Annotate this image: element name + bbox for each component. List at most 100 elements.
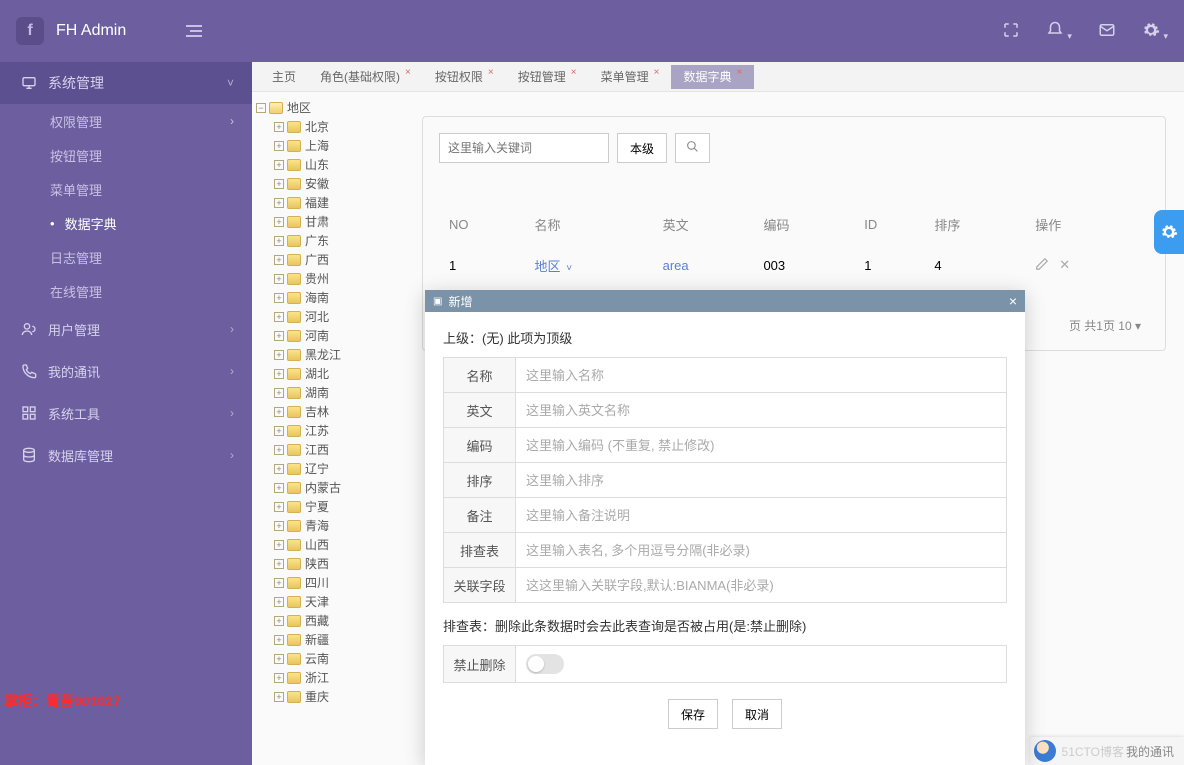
sidebar-sub-0-0[interactable]: 权限管理› bbox=[0, 104, 252, 138]
tree-node-9[interactable]: 海南 bbox=[305, 289, 329, 306]
delete-icon[interactable]: ✕ bbox=[1059, 257, 1070, 274]
tree-node-17[interactable]: 江西 bbox=[305, 441, 329, 458]
tab-3[interactable]: 按钮管理 bbox=[506, 65, 589, 89]
expand-icon[interactable]: + bbox=[274, 179, 284, 189]
field-input-6[interactable] bbox=[516, 568, 1006, 602]
sidebar-sub-0-4[interactable]: 日志管理 bbox=[0, 240, 252, 274]
tree-node-19[interactable]: 内蒙古 bbox=[305, 479, 341, 496]
expand-icon[interactable]: + bbox=[274, 331, 284, 341]
tab-1[interactable]: 角色(基础权限) bbox=[308, 65, 423, 89]
close-icon[interactable]: × bbox=[1009, 293, 1017, 309]
cancel-button[interactable]: 取消 bbox=[732, 699, 782, 729]
mail-icon[interactable] bbox=[1098, 21, 1116, 42]
tree-node-22[interactable]: 山西 bbox=[305, 536, 329, 553]
sidebar-item-0[interactable]: 系统管理˅ bbox=[0, 62, 252, 104]
expand-icon[interactable]: + bbox=[274, 483, 284, 493]
save-button[interactable]: 保存 bbox=[668, 699, 718, 729]
field-input-4[interactable] bbox=[516, 498, 1006, 532]
expand-icon[interactable]: + bbox=[274, 616, 284, 626]
expand-icon[interactable]: + bbox=[274, 521, 284, 531]
field-input-3[interactable] bbox=[516, 463, 1006, 497]
sidebar-sub-0-2[interactable]: 菜单管理 bbox=[0, 172, 252, 206]
sidebar-item-1[interactable]: 用户管理› bbox=[0, 308, 252, 350]
expand-icon[interactable]: + bbox=[274, 654, 284, 664]
tree-node-15[interactable]: 吉林 bbox=[305, 403, 329, 420]
expand-icon[interactable]: + bbox=[274, 578, 284, 588]
forbid-delete-toggle[interactable] bbox=[526, 654, 564, 674]
menu-toggle-icon[interactable] bbox=[186, 25, 202, 37]
bell-icon[interactable]: ▾ bbox=[1046, 21, 1072, 42]
edit-icon[interactable] bbox=[1035, 257, 1049, 274]
footer-chip[interactable]: 51CTO博客 我的通讯 bbox=[1030, 737, 1184, 765]
tree-node-10[interactable]: 河北 bbox=[305, 308, 329, 325]
expand-icon[interactable]: + bbox=[274, 350, 284, 360]
tree-node-27[interactable]: 新疆 bbox=[305, 631, 329, 648]
tree-node-29[interactable]: 浙江 bbox=[305, 669, 329, 686]
tree-node-12[interactable]: 黑龙江 bbox=[305, 346, 341, 363]
tree-node-3[interactable]: 安徽 bbox=[305, 175, 329, 192]
expand-icon[interactable]: + bbox=[274, 388, 284, 398]
tab-2[interactable]: 按钮权限 bbox=[423, 65, 506, 89]
tab-0[interactable]: 主页 bbox=[260, 65, 308, 89]
expand-icon[interactable]: + bbox=[274, 559, 284, 569]
tree-node-26[interactable]: 西藏 bbox=[305, 612, 329, 629]
expand-icon[interactable]: + bbox=[274, 141, 284, 151]
expand-icon[interactable]: + bbox=[274, 369, 284, 379]
keyword-input[interactable] bbox=[439, 133, 609, 163]
gear-icon[interactable]: ▾ bbox=[1142, 21, 1168, 42]
fullscreen-icon[interactable] bbox=[1002, 21, 1020, 42]
tree-node-1[interactable]: 上海 bbox=[305, 137, 329, 154]
sidebar-sub-0-3[interactable]: 数据字典 bbox=[0, 206, 252, 240]
tab-5[interactable]: 数据字典 bbox=[671, 65, 754, 89]
tree-node-18[interactable]: 辽宁 bbox=[305, 460, 329, 477]
expand-icon[interactable]: + bbox=[274, 540, 284, 550]
sidebar-sub-0-1[interactable]: 按钮管理 bbox=[0, 138, 252, 172]
expand-icon[interactable]: + bbox=[274, 407, 284, 417]
field-input-1[interactable] bbox=[516, 393, 1006, 427]
expand-icon[interactable]: + bbox=[274, 274, 284, 284]
field-input-0[interactable] bbox=[516, 358, 1006, 392]
tab-4[interactable]: 菜单管理 bbox=[589, 65, 672, 89]
expand-icon[interactable]: + bbox=[274, 597, 284, 607]
tree-node-0[interactable]: 北京 bbox=[305, 118, 329, 135]
expand-icon[interactable]: + bbox=[274, 426, 284, 436]
expand-icon[interactable]: + bbox=[274, 236, 284, 246]
tree-node-13[interactable]: 湖北 bbox=[305, 365, 329, 382]
expand-icon[interactable]: + bbox=[274, 502, 284, 512]
collapse-icon[interactable]: − bbox=[256, 103, 266, 113]
tree-root[interactable]: 地区 bbox=[287, 99, 311, 116]
sidebar-item-4[interactable]: 数据库管理› bbox=[0, 434, 252, 476]
tree-node-4[interactable]: 福建 bbox=[305, 194, 329, 211]
expand-icon[interactable]: + bbox=[274, 217, 284, 227]
tree-node-2[interactable]: 山东 bbox=[305, 156, 329, 173]
tree-node-16[interactable]: 江苏 bbox=[305, 422, 329, 439]
tree-node-20[interactable]: 宁夏 bbox=[305, 498, 329, 515]
expand-icon[interactable]: + bbox=[274, 635, 284, 645]
tree-node-5[interactable]: 甘肃 bbox=[305, 213, 329, 230]
cell-name[interactable]: 地区 ˅ bbox=[526, 246, 652, 285]
expand-icon[interactable]: + bbox=[274, 445, 284, 455]
field-input-2[interactable] bbox=[516, 428, 1006, 462]
tree-node-25[interactable]: 天津 bbox=[305, 593, 329, 610]
expand-icon[interactable]: + bbox=[274, 464, 284, 474]
expand-icon[interactable]: + bbox=[274, 198, 284, 208]
expand-icon[interactable]: + bbox=[274, 160, 284, 170]
sidebar-item-3[interactable]: 系统工具› bbox=[0, 392, 252, 434]
settings-tab-icon[interactable] bbox=[1154, 210, 1184, 254]
tree-node-7[interactable]: 广西 bbox=[305, 251, 329, 268]
tree-node-8[interactable]: 贵州 bbox=[305, 270, 329, 287]
tree-node-24[interactable]: 四川 bbox=[305, 574, 329, 591]
level-button[interactable]: 本级 bbox=[617, 133, 667, 163]
sidebar-sub-0-5[interactable]: 在线管理 bbox=[0, 274, 252, 308]
field-input-5[interactable] bbox=[516, 533, 1006, 567]
expand-icon[interactable]: + bbox=[274, 692, 284, 702]
search-icon[interactable] bbox=[675, 133, 710, 163]
expand-icon[interactable]: + bbox=[274, 293, 284, 303]
tree-node-11[interactable]: 河南 bbox=[305, 327, 329, 344]
expand-icon[interactable]: + bbox=[274, 312, 284, 322]
tree-node-28[interactable]: 云南 bbox=[305, 650, 329, 667]
tree-node-6[interactable]: 广东 bbox=[305, 232, 329, 249]
tree-node-21[interactable]: 青海 bbox=[305, 517, 329, 534]
tree-node-14[interactable]: 湖南 bbox=[305, 384, 329, 401]
expand-icon[interactable]: + bbox=[274, 673, 284, 683]
